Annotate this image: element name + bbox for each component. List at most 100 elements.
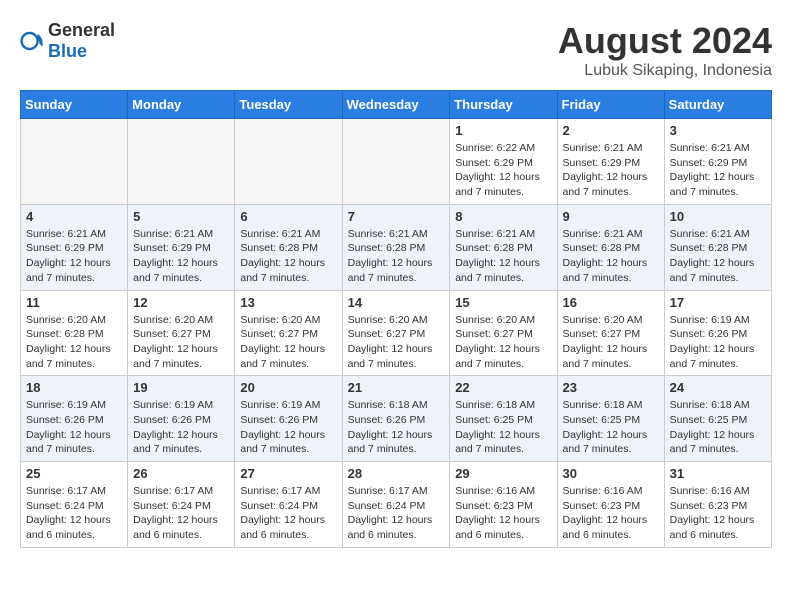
day-number: 28 <box>348 466 445 481</box>
weekday-header-friday: Friday <box>557 91 664 119</box>
title-block: August 2024 Lubuk Sikaping, Indonesia <box>558 20 772 80</box>
day-number: 3 <box>670 123 766 138</box>
day-info: Sunrise: 6:20 AMSunset: 6:27 PMDaylight:… <box>240 313 336 372</box>
day-number: 7 <box>348 209 445 224</box>
day-number: 9 <box>563 209 659 224</box>
day-number: 18 <box>26 380 122 395</box>
day-info: Sunrise: 6:20 AMSunset: 6:27 PMDaylight:… <box>348 313 445 372</box>
day-number: 6 <box>240 209 336 224</box>
calendar-week-4: 18 Sunrise: 6:19 AMSunset: 6:26 PMDayligh… <box>21 376 772 462</box>
calendar-cell: 24Sunrise: 6:18 AMSunset: 6:25 PMDayligh… <box>664 376 771 462</box>
day-number: 29 <box>455 466 551 481</box>
logo: General Blue <box>20 20 115 62</box>
weekday-header-row: SundayMondayTuesdayWednesdayThursdayFrid… <box>21 91 772 119</box>
calendar-cell: 6 Sunrise: 6:21 AMSunset: 6:28 PMDaylight… <box>235 204 342 290</box>
logo-text: General Blue <box>48 20 115 62</box>
day-info: Sunrise: 6:18 AMSunset: 6:26 PMDaylight:… <box>348 398 445 457</box>
day-number: 1 <box>455 123 551 138</box>
calendar-table: SundayMondayTuesdayWednesdayThursdayFrid… <box>20 90 772 548</box>
day-info: Sunrise: 6:20 AMSunset: 6:27 PMDaylight:… <box>455 313 551 372</box>
day-info: Sunrise: 6:22 AMSunset: 6:29 PMDaylight:… <box>455 141 551 200</box>
calendar-cell: 22Sunrise: 6:18 AMSunset: 6:25 PMDayligh… <box>450 376 557 462</box>
calendar-cell: 21 Sunrise: 6:18 AMSunset: 6:26 PMDayligh… <box>342 376 450 462</box>
day-info: Sunrise: 6:21 AMSunset: 6:29 PMDaylight:… <box>133 227 229 286</box>
calendar-cell: 4 Sunrise: 6:21 AMSunset: 6:29 PMDaylight… <box>21 204 128 290</box>
day-info: Sunrise: 6:18 AMSunset: 6:25 PMDaylight:… <box>563 398 659 457</box>
day-info: Sunrise: 6:21 AMSunset: 6:29 PMDaylight:… <box>670 141 766 200</box>
logo-blue: Blue <box>48 41 87 61</box>
day-info: Sunrise: 6:16 AMSunset: 6:23 PMDaylight:… <box>670 484 766 543</box>
day-number: 30 <box>563 466 659 481</box>
weekday-header-thursday: Thursday <box>450 91 557 119</box>
day-number: 25 <box>26 466 122 481</box>
calendar-cell: 9 Sunrise: 6:21 AMSunset: 6:28 PMDaylight… <box>557 204 664 290</box>
calendar-cell <box>21 119 128 205</box>
day-number: 15 <box>455 295 551 310</box>
logo-general: General <box>48 20 115 40</box>
month-year: August 2024 <box>558 20 772 62</box>
day-info: Sunrise: 6:21 AMSunset: 6:28 PMDaylight:… <box>348 227 445 286</box>
weekday-header-wednesday: Wednesday <box>342 91 450 119</box>
day-number: 24 <box>670 380 766 395</box>
day-info: Sunrise: 6:17 AMSunset: 6:24 PMDaylight:… <box>240 484 336 543</box>
day-info: Sunrise: 6:21 AMSunset: 6:28 PMDaylight:… <box>563 227 659 286</box>
calendar-cell: 14Sunrise: 6:20 AMSunset: 6:27 PMDayligh… <box>342 290 450 376</box>
day-number: 5 <box>133 209 229 224</box>
calendar-cell: 10Sunrise: 6:21 AMSunset: 6:28 PMDayligh… <box>664 204 771 290</box>
day-info: Sunrise: 6:21 AMSunset: 6:29 PMDaylight:… <box>26 227 122 286</box>
day-number: 26 <box>133 466 229 481</box>
calendar-cell: 13 Sunrise: 6:20 AMSunset: 6:27 PMDayligh… <box>235 290 342 376</box>
day-info: Sunrise: 6:18 AMSunset: 6:25 PMDaylight:… <box>455 398 551 457</box>
weekday-header-monday: Monday <box>128 91 235 119</box>
calendar-cell: 30 Sunrise: 6:16 AMSunset: 6:23 PMDayligh… <box>557 462 664 548</box>
day-info: Sunrise: 6:17 AMSunset: 6:24 PMDaylight:… <box>348 484 445 543</box>
day-number: 23 <box>563 380 659 395</box>
calendar-cell <box>128 119 235 205</box>
day-info: Sunrise: 6:20 AMSunset: 6:28 PMDaylight:… <box>26 313 122 372</box>
calendar-cell: 25 Sunrise: 6:17 AMSunset: 6:24 PMDayligh… <box>21 462 128 548</box>
day-number: 19 <box>133 380 229 395</box>
day-number: 20 <box>240 380 336 395</box>
calendar-cell: 16 Sunrise: 6:20 AMSunset: 6:27 PMDayligh… <box>557 290 664 376</box>
calendar-week-1: 1 Sunrise: 6:22 AMSunset: 6:29 PMDaylight… <box>21 119 772 205</box>
calendar-cell: 1 Sunrise: 6:22 AMSunset: 6:29 PMDaylight… <box>450 119 557 205</box>
day-info: Sunrise: 6:21 AMSunset: 6:28 PMDaylight:… <box>455 227 551 286</box>
day-number: 12 <box>133 295 229 310</box>
day-number: 21 <box>348 380 445 395</box>
day-info: Sunrise: 6:20 AMSunset: 6:27 PMDaylight:… <box>563 313 659 372</box>
calendar-cell: 23 Sunrise: 6:18 AMSunset: 6:25 PMDayligh… <box>557 376 664 462</box>
weekday-header-tuesday: Tuesday <box>235 91 342 119</box>
day-number: 4 <box>26 209 122 224</box>
calendar-cell: 29Sunrise: 6:16 AMSunset: 6:23 PMDayligh… <box>450 462 557 548</box>
calendar-week-3: 11Sunrise: 6:20 AMSunset: 6:28 PMDayligh… <box>21 290 772 376</box>
day-number: 10 <box>670 209 766 224</box>
day-number: 13 <box>240 295 336 310</box>
day-info: Sunrise: 6:17 AMSunset: 6:24 PMDaylight:… <box>26 484 122 543</box>
calendar-cell: 17Sunrise: 6:19 AMSunset: 6:26 PMDayligh… <box>664 290 771 376</box>
day-info: Sunrise: 6:19 AMSunset: 6:26 PMDaylight:… <box>133 398 229 457</box>
calendar-cell: 18Sunrise: 6:19 AMSunset: 6:26 PMDayligh… <box>21 376 128 462</box>
calendar-cell: 8 Sunrise: 6:21 AMSunset: 6:28 PMDaylight… <box>450 204 557 290</box>
day-info: Sunrise: 6:21 AMSunset: 6:28 PMDaylight:… <box>240 227 336 286</box>
day-info: Sunrise: 6:16 AMSunset: 6:23 PMDaylight:… <box>563 484 659 543</box>
calendar-cell <box>342 119 450 205</box>
calendar-week-5: 25 Sunrise: 6:17 AMSunset: 6:24 PMDayligh… <box>21 462 772 548</box>
calendar-cell: 12 Sunrise: 6:20 AMSunset: 6:27 PMDayligh… <box>128 290 235 376</box>
calendar-cell <box>235 119 342 205</box>
location: Lubuk Sikaping, Indonesia <box>558 62 772 80</box>
day-number: 27 <box>240 466 336 481</box>
day-number: 16 <box>563 295 659 310</box>
page-header: General Blue August 2024 Lubuk Sikaping,… <box>20 20 772 80</box>
calendar-cell: 26Sunrise: 6:17 AMSunset: 6:24 PMDayligh… <box>128 462 235 548</box>
weekday-header-sunday: Sunday <box>21 91 128 119</box>
calendar-cell: 7 Sunrise: 6:21 AMSunset: 6:28 PMDaylight… <box>342 204 450 290</box>
day-number: 2 <box>563 123 659 138</box>
day-info: Sunrise: 6:20 AMSunset: 6:27 PMDaylight:… <box>133 313 229 372</box>
calendar-cell: 31Sunrise: 6:16 AMSunset: 6:23 PMDayligh… <box>664 462 771 548</box>
day-number: 17 <box>670 295 766 310</box>
calendar-cell: 28 Sunrise: 6:17 AMSunset: 6:24 PMDayligh… <box>342 462 450 548</box>
day-info: Sunrise: 6:19 AMSunset: 6:26 PMDaylight:… <box>240 398 336 457</box>
calendar-cell: 19 Sunrise: 6:19 AMSunset: 6:26 PMDayligh… <box>128 376 235 462</box>
day-number: 8 <box>455 209 551 224</box>
calendar-cell: 20 Sunrise: 6:19 AMSunset: 6:26 PMDayligh… <box>235 376 342 462</box>
